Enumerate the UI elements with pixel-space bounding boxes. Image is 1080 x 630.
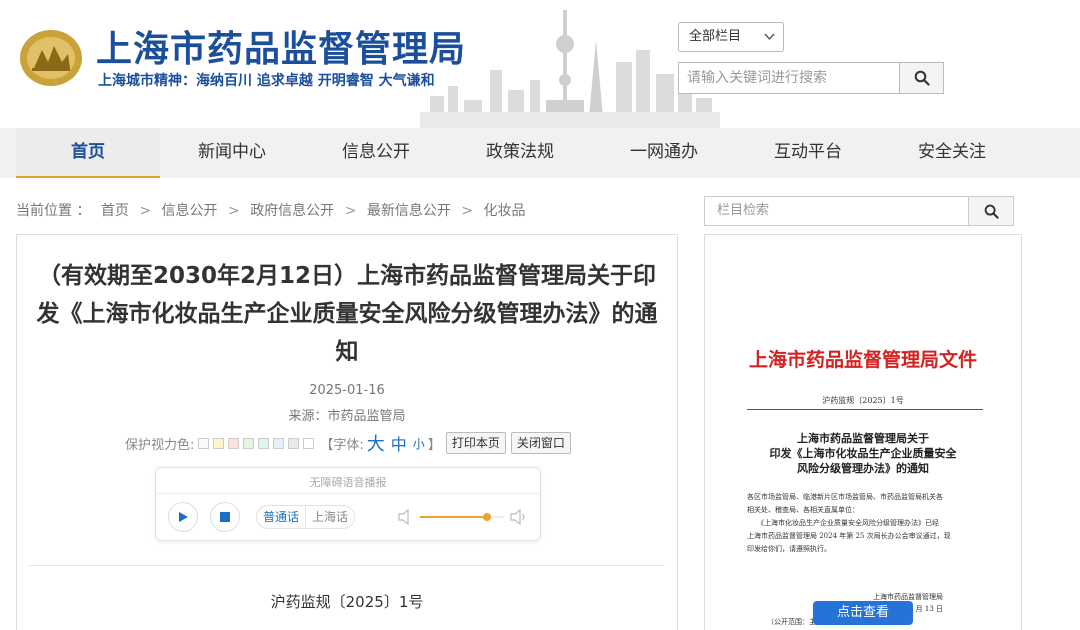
article-divider xyxy=(29,565,665,566)
document-preview: 上海市药品监督管理局文件 沪药监规〔2025〕1号 上海市药品监督管理局关于 印… xyxy=(704,234,1022,630)
document-subtitle-line: 印发《上海市化妆品生产企业质量安全 xyxy=(769,447,957,460)
article-title: （有效期至2030年2月12日）上海市药品监督管理局关于印发《上海市化妆品生产企… xyxy=(36,263,658,365)
lang-shanghainese[interactable]: 上海话 xyxy=(305,506,354,528)
player-title: 无障碍语音播报 xyxy=(309,476,387,489)
play-button[interactable] xyxy=(168,502,198,532)
document-body-line: 各区市场监管局、临港新片区市场监管局、市药品监管局机关各 xyxy=(747,493,943,501)
print-button[interactable]: 打印本页 xyxy=(445,432,506,454)
site-logo xyxy=(20,30,82,86)
nav-item-interaction[interactable]: 互动平台 xyxy=(736,128,880,178)
font-label-close: 】 xyxy=(427,437,441,453)
breadcrumb-link[interactable]: 最新信息公开 xyxy=(367,203,451,219)
document-subtitle: 上海市药品监督管理局关于 印发《上海市化妆品生产企业质量安全 风险分级管理办法》… xyxy=(745,431,981,476)
column-search-input[interactable]: 栏目检索 xyxy=(704,196,970,226)
font-label-open: 【字体: xyxy=(320,437,364,453)
site-title: 上海市药品监督管理局 xyxy=(96,29,467,70)
document-body: 各区市场监管局、临港新片区市场监管局、市药品监管局机关各 相关处、稽查局、各相关… xyxy=(747,491,987,556)
volume-knob[interactable] xyxy=(483,513,492,521)
document-number: 沪药监规〔2025〕1号 xyxy=(822,396,904,405)
search-icon xyxy=(914,70,930,86)
article-date: 2025-01-16 xyxy=(309,383,385,398)
breadcrumb-link[interactable]: 政府信息公开 xyxy=(250,203,334,219)
breadcrumb-link[interactable]: 信息公开 xyxy=(162,203,218,219)
search-icon xyxy=(984,204,999,219)
breadcrumb-link[interactable]: 化妆品 xyxy=(483,203,525,219)
font-size-small[interactable]: 小 xyxy=(413,435,425,452)
eye-care-swatch[interactable] xyxy=(228,437,240,449)
close-window-button[interactable]: 关闭窗口 xyxy=(510,432,571,454)
font-size-large[interactable]: 大 xyxy=(367,430,385,456)
breadcrumb-link[interactable]: 首页 xyxy=(101,203,129,219)
player-divider xyxy=(156,493,540,494)
eye-care-swatch[interactable] xyxy=(198,437,210,449)
play-icon xyxy=(179,512,188,522)
search-input[interactable]: 请输入关键词进行搜索 xyxy=(678,62,900,94)
column-search-button[interactable] xyxy=(968,196,1014,226)
volume-high-icon xyxy=(510,509,525,525)
eye-care-swatch[interactable] xyxy=(303,437,315,449)
nav-item-info-disclosure[interactable]: 信息公开 xyxy=(304,128,448,178)
stop-button[interactable] xyxy=(210,502,240,532)
view-document-button[interactable]: 点击查看 xyxy=(813,601,913,625)
document-body-line: 上海市药品监督管理局 2024 年第 25 次局长办公会审议通过，现 xyxy=(747,532,951,540)
voice-language-switch: 普通话 上海话 xyxy=(256,505,356,529)
nav-item-home[interactable]: 首页 xyxy=(16,128,160,178)
font-size-medium[interactable]: 中 xyxy=(391,431,407,455)
eye-care-swatch[interactable] xyxy=(288,437,300,449)
volume-fill xyxy=(420,516,488,518)
site-slogan: 上海城市精神：海纳百川 追求卓越 开明睿智 大气谦和 xyxy=(98,73,435,89)
breadcrumb-separator: > xyxy=(461,203,474,219)
eye-care-swatch[interactable] xyxy=(243,437,255,449)
breadcrumb-separator: > xyxy=(228,203,240,219)
scope-select-value: 全部栏目 xyxy=(689,29,742,44)
nav-item-news[interactable]: 新闻中心 xyxy=(160,128,304,178)
stop-icon xyxy=(220,512,230,522)
breadcrumb-prefix: 当前位置 ： xyxy=(16,203,91,219)
lang-mandarin[interactable]: 普通话 xyxy=(257,506,305,528)
eye-care-swatch[interactable] xyxy=(273,437,285,449)
article-panel: （有效期至2030年2月12日）上海市药品监督管理局关于印发《上海市化妆品生产企… xyxy=(16,234,678,630)
document-subtitle-line: 风险分级管理办法》的通知 xyxy=(797,462,929,475)
site-header: 上海市药品监督管理局 上海城市精神：海纳百川 追求卓越 开明睿智 大气谦和 全部… xyxy=(0,0,1080,128)
document-body-line: 《上海市化妆品生产企业质量安全风险分级管理办法》已经 xyxy=(757,519,939,527)
chevron-down-icon xyxy=(764,23,775,62)
nav-item-policy[interactable]: 政策法规 xyxy=(448,128,592,178)
document-red-rule xyxy=(747,409,983,410)
scope-select[interactable]: 全部栏目 xyxy=(678,22,784,52)
breadcrumb: 当前位置 ： 首页 > 信息公开 > 政府信息公开 > 最新信息公开 > 化妆品 xyxy=(16,200,525,220)
eye-care-swatch[interactable] xyxy=(258,437,270,449)
article-source: 来源：市药品监管局 xyxy=(288,409,406,424)
volume-slider[interactable] xyxy=(420,511,504,523)
breadcrumb-separator: > xyxy=(344,203,357,219)
nav-item-online-service[interactable]: 一网通办 xyxy=(592,128,736,178)
volume-low-icon xyxy=(398,509,409,525)
main-nav: 首页 新闻中心 信息公开 政策法规 一网通办 互动平台 安全关注 xyxy=(0,128,1080,178)
document-subtitle-line: 上海市药品监督管理局关于 xyxy=(797,432,929,445)
document-body-line: 印发给你们，请遵照执行。 xyxy=(747,545,831,553)
article-tools: 保护视力色: 【字体: 大 中 小 】 打印本页 关闭窗口 xyxy=(125,431,571,455)
search-button[interactable] xyxy=(899,62,944,94)
breadcrumb-separator: > xyxy=(139,203,152,219)
eye-care-swatch[interactable] xyxy=(213,437,225,449)
audio-player: 无障碍语音播报 普通话 上海话 xyxy=(155,467,541,541)
eye-care-label: 保护视力色: xyxy=(125,437,195,453)
document-header: 上海市药品监督管理局文件 xyxy=(748,349,977,371)
document-body-line: 相关处、稽查局、各相关直属单位： xyxy=(747,506,859,514)
article-doc-number: 沪药监规〔2025〕1号 xyxy=(270,593,424,611)
nav-item-safety[interactable]: 安全关注 xyxy=(880,128,1024,178)
